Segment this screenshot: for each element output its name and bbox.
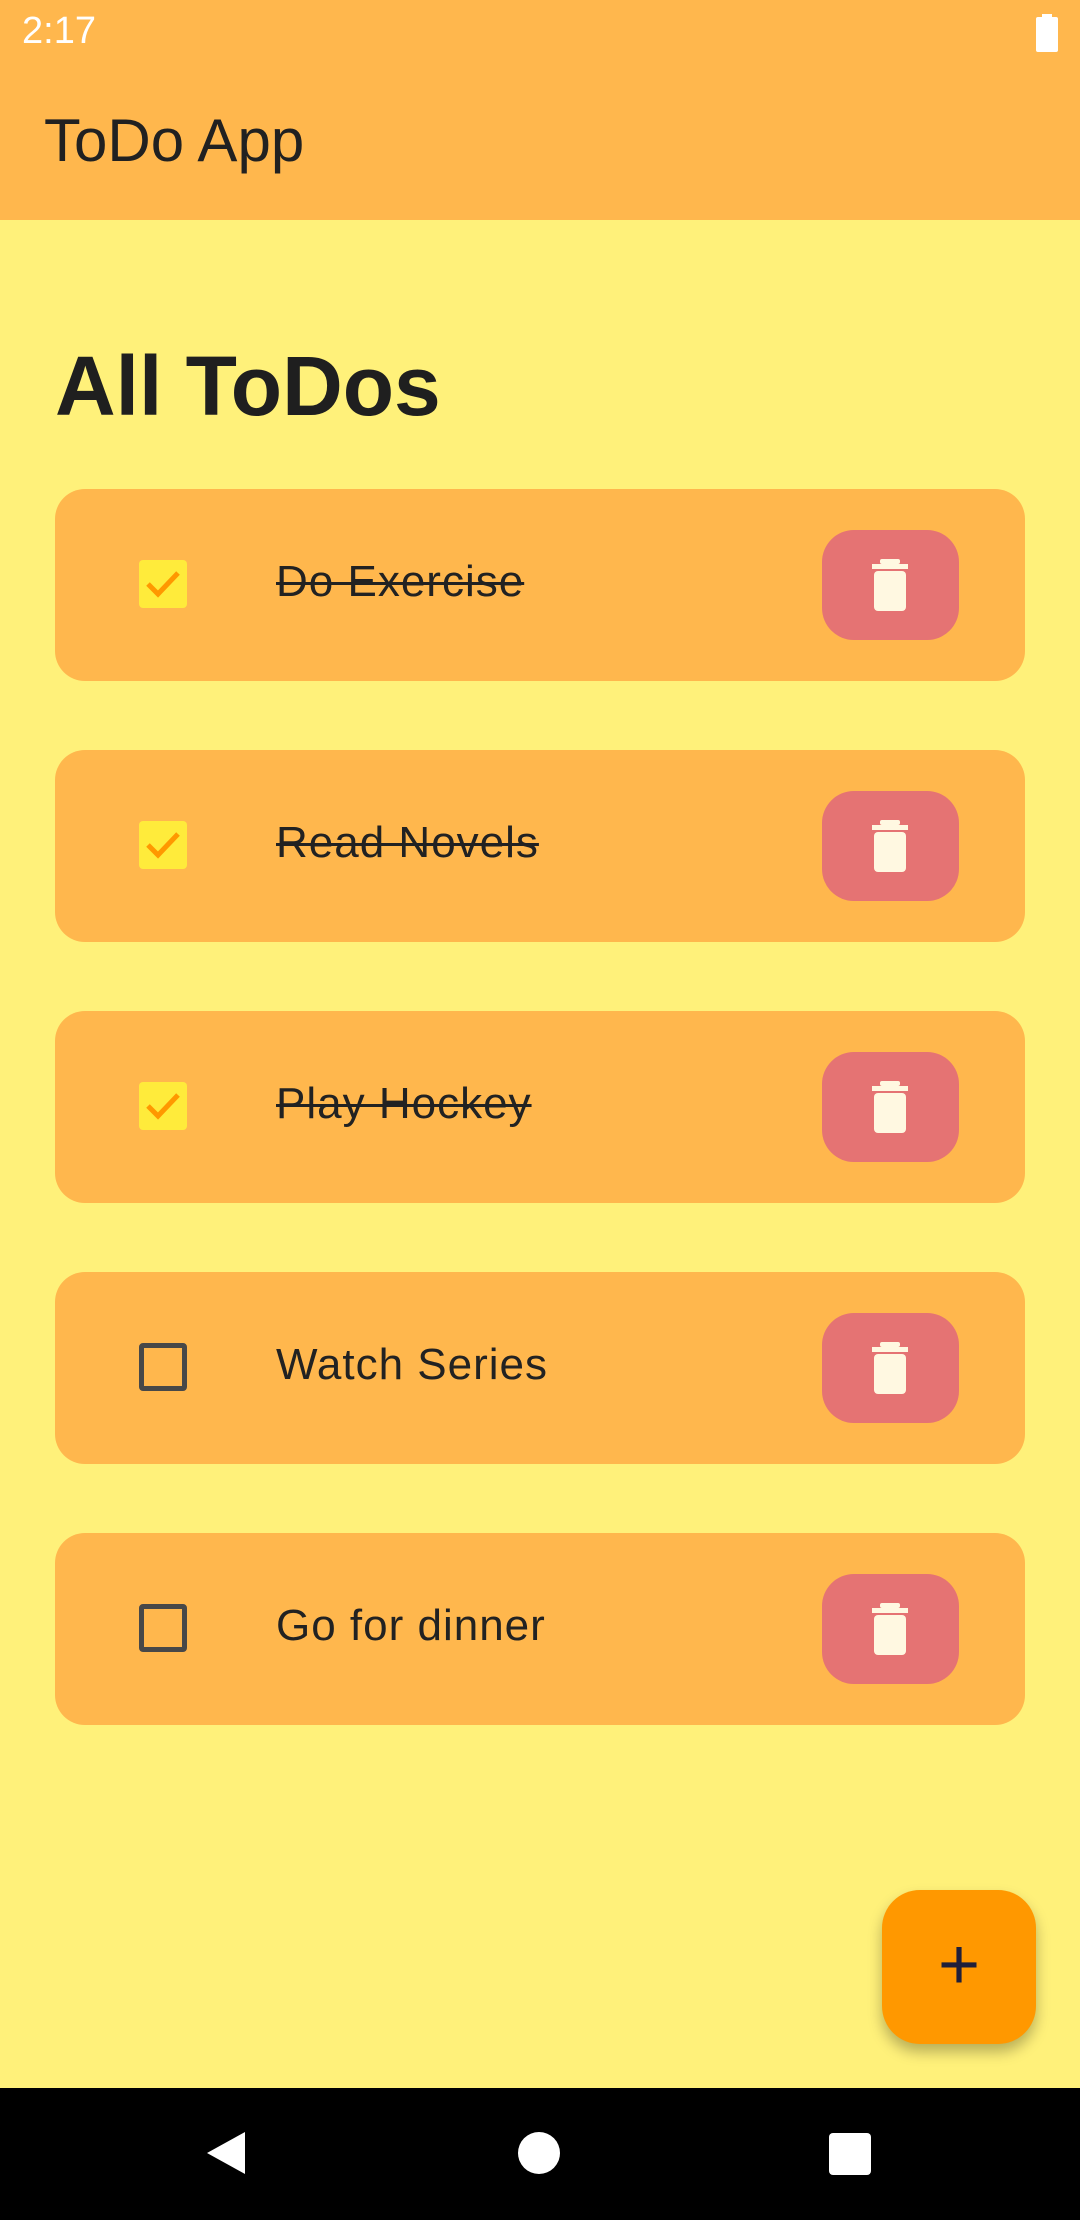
delete-button[interactable] — [822, 791, 959, 901]
delete-button[interactable] — [822, 1052, 959, 1162]
system-nav-bar — [0, 2088, 1080, 2220]
todo-card: Do Exercise — [55, 489, 1025, 681]
trash-icon — [872, 1081, 908, 1133]
status-bar: 2:17 — [0, 0, 1080, 66]
checkmark-icon — [146, 1093, 180, 1120]
trash-icon — [872, 1342, 908, 1394]
trash-icon — [872, 1603, 908, 1655]
checkmark-icon — [146, 832, 180, 859]
add-todo-button[interactable]: + — [882, 1890, 1036, 2044]
todo-label: Play Hockey — [276, 1079, 532, 1128]
todo-checkbox[interactable] — [139, 821, 187, 869]
todo-card: Go for dinner — [55, 1533, 1025, 1725]
status-time: 2:17 — [22, 10, 96, 52]
todo-label: Go for dinner — [276, 1601, 546, 1650]
todo-checkbox[interactable] — [139, 1082, 187, 1130]
todo-card: Watch Series — [55, 1272, 1025, 1464]
app-title: ToDo App — [44, 107, 305, 174]
trash-icon — [872, 559, 908, 611]
todo-label: Read Novels — [276, 818, 539, 867]
home-icon[interactable] — [518, 2132, 560, 2174]
delete-button[interactable] — [822, 1574, 959, 1684]
delete-button[interactable] — [822, 530, 959, 640]
todo-label: Watch Series — [276, 1340, 549, 1389]
todo-label: Do Exercise — [276, 557, 525, 606]
todo-card: Read Novels — [55, 750, 1025, 942]
plus-icon: + — [937, 1925, 981, 2005]
battery-icon — [1036, 14, 1058, 52]
checkmark-icon — [146, 571, 180, 598]
todo-checkbox[interactable] — [139, 1604, 187, 1652]
app-bar: ToDo App — [0, 66, 1080, 220]
todo-list: Do Exercise Read Novels Play Hockey Watc… — [55, 489, 1025, 1794]
todo-card: Play Hockey — [55, 1011, 1025, 1203]
back-icon[interactable] — [205, 2130, 247, 2176]
delete-button[interactable] — [822, 1313, 959, 1423]
todo-checkbox[interactable] — [139, 560, 187, 608]
todo-checkbox[interactable] — [139, 1343, 187, 1391]
section-title: All ToDos — [55, 339, 441, 433]
recents-icon[interactable] — [829, 2133, 871, 2175]
trash-icon — [872, 820, 908, 872]
